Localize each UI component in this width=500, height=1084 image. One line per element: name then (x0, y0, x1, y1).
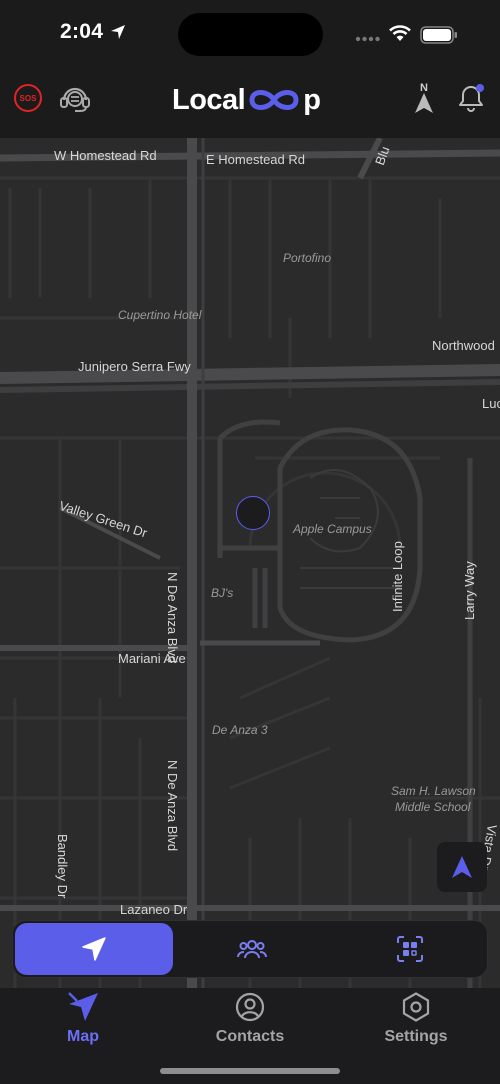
notification-bell-icon[interactable] (455, 82, 487, 114)
status-time: 2:04 (60, 20, 104, 43)
bottom-tab-bar: Map Contacts Settings (0, 988, 500, 1084)
app-header: SOS Local p N (0, 70, 500, 138)
poi-label: Cupertino Hotel (118, 308, 202, 322)
recenter-button[interactable] (437, 842, 487, 892)
navigation-arrow-icon (452, 856, 472, 878)
street-label: Lazaneo Dr (120, 902, 188, 917)
person-circle-icon (235, 992, 265, 1022)
street-label: Infinite Loop (390, 541, 405, 612)
status-bar: 2:04 (0, 0, 500, 70)
tab-settings[interactable]: Settings (346, 992, 486, 1046)
location-arrow-icon (82, 937, 106, 961)
segment-qr-scan-button[interactable] (331, 923, 489, 975)
sos-label: SOS (19, 93, 37, 103)
location-arrow-icon (111, 25, 125, 39)
tab-contacts[interactable]: Contacts (180, 992, 320, 1046)
poi-label: Sam H. Lawson (391, 784, 476, 798)
street-label: Luc (482, 396, 500, 411)
segment-location-button[interactable] (15, 923, 173, 975)
street-label: W Homestead Rd (54, 148, 157, 163)
street-label: Northwood (432, 338, 495, 353)
map-view[interactable]: W Homestead Rd E Homestead Rd Blu Portof… (0, 138, 500, 988)
poi-label: Apple Campus (293, 522, 372, 536)
poi-label: Middle School (395, 800, 471, 814)
home-indicator (160, 1068, 340, 1074)
map-navigation-icon (68, 992, 98, 1021)
map-roads (0, 138, 500, 988)
cellular-signal-icon (355, 36, 380, 42)
wifi-icon (389, 25, 411, 41)
logo-text-suffix: p (303, 83, 321, 116)
poi-label: Portofino (283, 251, 332, 265)
street-label: Mariani Ave (118, 651, 186, 666)
logo-text-prefix: Local (172, 83, 246, 116)
support-headset-icon[interactable] (58, 82, 92, 114)
street-label: Junipero Serra Fwy (78, 359, 191, 374)
street-label: N De Anza Blvd (165, 760, 180, 852)
street-label: Bandley Dr (55, 834, 70, 899)
compass-north-icon[interactable]: N (410, 80, 438, 114)
group-people-icon (237, 940, 267, 959)
tab-map[interactable]: Map (13, 992, 153, 1046)
sos-button[interactable]: SOS (14, 84, 42, 112)
hexagon-gear-icon (402, 992, 430, 1022)
user-location-marker[interactable] (236, 496, 270, 530)
tab-label: Contacts (215, 1028, 285, 1045)
poi-label: BJ's (211, 586, 234, 600)
street-label: Larry Way (462, 561, 477, 620)
qr-scan-icon (397, 936, 423, 962)
tab-label: Settings (384, 1028, 448, 1045)
infinity-loop-icon (249, 90, 299, 110)
dynamic-island (178, 13, 323, 56)
street-label: E Homestead Rd (206, 152, 305, 167)
app-logo: Local p (172, 80, 321, 120)
mode-segmented-control (12, 920, 488, 978)
segment-group-button[interactable] (173, 923, 331, 975)
battery-icon (420, 26, 457, 44)
street-label: N De Anza Blvd (165, 572, 180, 664)
poi-label: De Anza 3 (212, 723, 268, 737)
tab-label: Map (67, 1028, 99, 1045)
svg-text:N: N (420, 82, 428, 94)
